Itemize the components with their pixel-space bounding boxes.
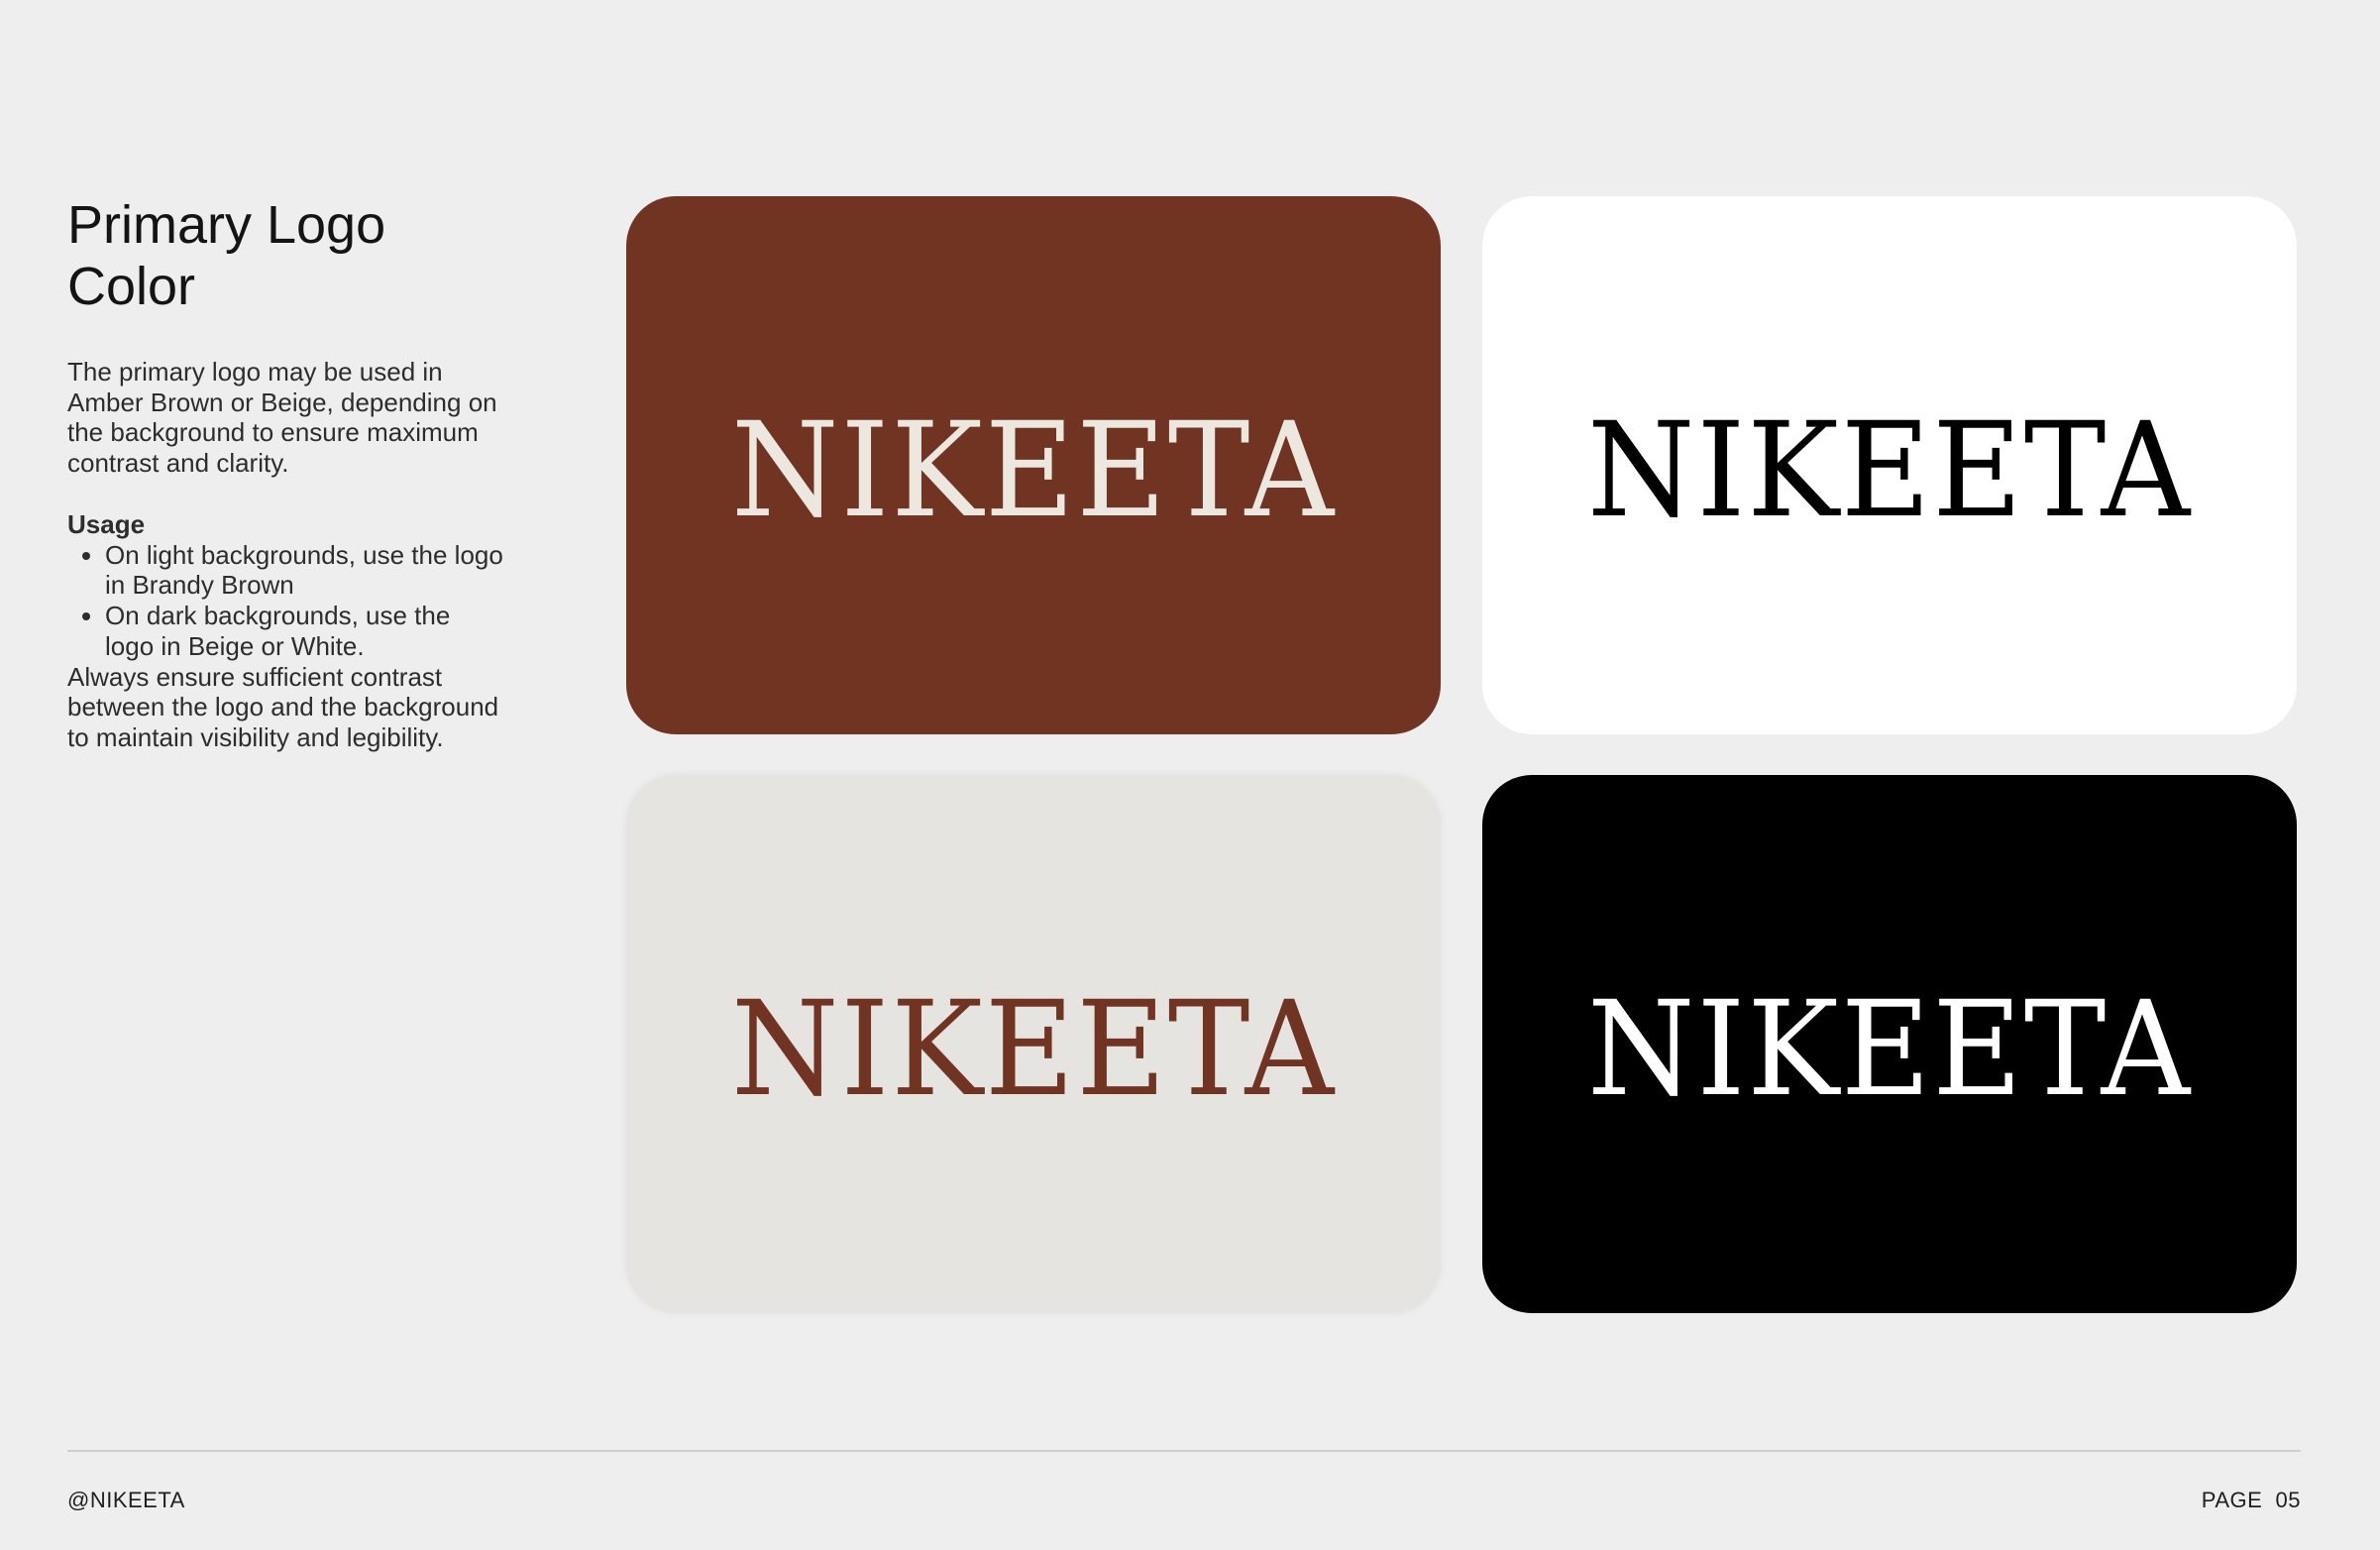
- usage-list: On light backgrounds, use the logo in Br…: [67, 540, 503, 662]
- page-title: Primary Logo Color: [67, 194, 484, 317]
- svg-text:NIKEETA: NIKEETA: [1587, 980, 2192, 1109]
- usage-item-dark: On dark backgrounds, use the logo in Bei…: [105, 601, 503, 661]
- footer-handle: @NIKEETA: [67, 1488, 185, 1512]
- svg-text:NIKEETA: NIKEETA: [731, 401, 1336, 530]
- usage-heading: Usage: [67, 509, 146, 539]
- usage-item-light: On light backgrounds, use the logo in Br…: [105, 540, 503, 601]
- footer-divider: [67, 1450, 2301, 1452]
- logo-card-white: NIKEETA: [1482, 196, 2297, 734]
- logo-card-brown: NIKEETA: [626, 196, 1441, 734]
- page-title-line2: Color: [67, 257, 196, 316]
- nikeeta-wordmark-black: NIKEETA: [1587, 401, 2192, 530]
- logo-color-description: The primary logo may be used in Amber Br…: [67, 357, 497, 479]
- nikeeta-wordmark-brown: NIKEETA: [731, 980, 1336, 1109]
- usage-section: Usage On light backgrounds, use the logo…: [67, 509, 503, 753]
- nikeeta-wordmark-white: NIKEETA: [1587, 980, 2192, 1109]
- footer-page-number: PAGE 05: [2201, 1488, 2301, 1512]
- svg-text:NIKEETA: NIKEETA: [731, 980, 1336, 1109]
- logo-card-black: NIKEETA: [1482, 775, 2297, 1313]
- nikeeta-wordmark-cream: NIKEETA: [731, 401, 1336, 530]
- page-title-line1: Primary Logo: [67, 195, 386, 255]
- logo-card-beige: NIKEETA: [626, 775, 1441, 1313]
- usage-note: Always ensure sufficient contrast betwee…: [67, 661, 499, 752]
- svg-text:NIKEETA: NIKEETA: [1587, 401, 2192, 530]
